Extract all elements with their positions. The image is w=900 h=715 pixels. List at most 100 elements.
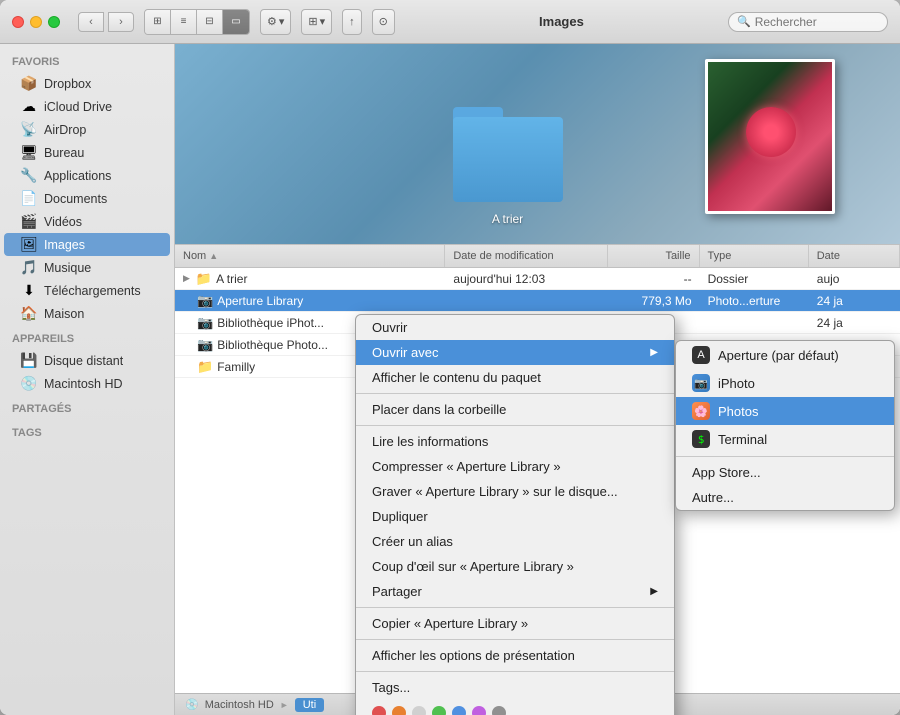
tag-orange[interactable] (392, 706, 406, 715)
action-button[interactable]: ⚙ ▾ (260, 9, 291, 35)
menu-item-alias[interactable]: Créer un alias (356, 529, 674, 554)
menu-item-coup-doeil[interactable]: Coup d'œil sur « Aperture Library » (356, 554, 674, 579)
sidebar-item-documents[interactable]: 📄 Documents (4, 187, 170, 210)
sidebar-item-bureau[interactable]: 🖥 Bureau (4, 141, 170, 164)
preview-area: A trier (175, 44, 900, 244)
tag-purple[interactable] (472, 706, 486, 715)
sidebar-item-icloud[interactable]: ☁ iCloud Drive (4, 95, 170, 118)
menu-divider (356, 671, 674, 672)
menu-item-corbeille[interactable]: Placer dans la corbeille (356, 397, 674, 422)
photo-main (705, 59, 835, 214)
sidebar-item-images[interactable]: 🖼 Images (4, 233, 170, 256)
submenu-divider (676, 456, 894, 457)
sidebar-item-label: Vidéos (44, 215, 82, 229)
tag-blue[interactable] (452, 706, 466, 715)
submenu-item-autre[interactable]: Autre... (676, 485, 894, 510)
file-area: A trier Nom ▲ (175, 44, 900, 715)
table-row[interactable]: ▶ 📁 A trier aujourd'hui 12:03 -- Dossier… (175, 268, 900, 290)
photos-app-icon: 🌸 (692, 402, 710, 420)
menu-item-dupliquer[interactable]: Dupliquer (356, 504, 674, 529)
bureau-icon: 🖥 (20, 144, 38, 161)
menu-item-options-presentation[interactable]: Afficher les options de présentation (356, 643, 674, 668)
menu-item-compresser[interactable]: Compresser « Aperture Library » (356, 454, 674, 479)
file-name: Aperture Library (217, 294, 303, 308)
tag-button[interactable]: ⊙ (372, 9, 395, 35)
back-button[interactable]: ‹ (78, 12, 104, 32)
tag-dark-gray[interactable] (492, 706, 506, 715)
sidebar-item-maison[interactable]: 🏠 Maison (4, 302, 170, 325)
menu-item-copier[interactable]: Copier « Aperture Library » (356, 611, 674, 636)
maximize-button[interactable] (48, 16, 60, 28)
tag-colors-row (356, 700, 674, 715)
icon-view-button[interactable]: ⊞ (145, 9, 171, 35)
sidebar-item-disque-distant[interactable]: 💾 Disque distant (4, 349, 170, 372)
menu-item-ouvrir-avec[interactable]: Ouvrir avec ▶ (356, 340, 674, 365)
col-header-type[interactable]: Type (700, 245, 809, 267)
sidebar-item-label: Dropbox (44, 77, 91, 91)
col-header-size[interactable]: Taille (608, 245, 699, 267)
sidebar-item-label: iCloud Drive (44, 100, 112, 114)
folder-body (453, 117, 563, 202)
submenu-item-aperture[interactable]: A Aperture (par défaut) (676, 341, 894, 369)
tag-red[interactable] (372, 706, 386, 715)
sidebar-item-musique[interactable]: 🎵 Musique (4, 256, 170, 279)
submenu-item-photos[interactable]: 🌸 Photos (676, 397, 894, 425)
menu-item-partager[interactable]: Partager ▶ (356, 579, 674, 604)
sidebar-item-airdrop[interactable]: 📡 AirDrop (4, 118, 170, 141)
arrange-button[interactable]: ⊞ ▾ (301, 9, 332, 35)
sidebar-item-telechargements[interactable]: ⬇ Téléchargements (4, 279, 170, 302)
submenu-arrow: ▶ (650, 347, 658, 358)
sidebar-item-videos[interactable]: 🎬 Vidéos (4, 210, 170, 233)
col-date-label: Date de modification (453, 250, 553, 262)
folder-icon: 📁 (196, 271, 212, 287)
sidebar-item-applications[interactable]: 🔧 Applications (4, 164, 170, 187)
column-view-button[interactable]: ⊟ (197, 9, 223, 35)
terminal-app-icon: $ (692, 430, 710, 448)
images-icon: 🖼 (20, 236, 38, 253)
arrange-icon: ⊞ (308, 15, 317, 28)
col-header-date[interactable]: Date de modification (445, 245, 608, 267)
forward-button[interactable]: › (108, 12, 134, 32)
submenu-item-iphoto[interactable]: 📷 iPhoto (676, 369, 894, 397)
gear-dropdown-icon: ▾ (279, 15, 285, 28)
sidebar-item-label: Musique (44, 261, 91, 275)
table-row[interactable]: 📷 Aperture Library 779,3 Mo Photo...ertu… (175, 290, 900, 312)
file-date2: aujo (809, 272, 900, 286)
partager-label: Partager (372, 584, 422, 599)
bib-iphoto-icon: 📷 (197, 315, 213, 331)
file-type: Dossier (700, 272, 809, 286)
share-button[interactable]: ↑ (342, 9, 362, 35)
tag-green[interactable] (432, 706, 446, 715)
search-box[interactable]: 🔍 (728, 12, 888, 32)
list-view-button[interactable]: ≡ (171, 9, 197, 35)
ouvrir-avec-label: Ouvrir avec (372, 345, 438, 360)
videos-icon: 🎬 (20, 213, 38, 230)
close-button[interactable] (12, 16, 24, 28)
menu-item-ouvrir[interactable]: Ouvrir (356, 315, 674, 340)
cover-flow-button[interactable]: ▭ (223, 9, 249, 35)
submenu-item-terminal[interactable]: $ Terminal (676, 425, 894, 453)
share-icon: ↑ (349, 16, 355, 28)
arrange-dropdown-icon: ▾ (320, 15, 326, 28)
col-header-nom[interactable]: Nom ▲ (175, 245, 445, 267)
submenu-label: Autre... (692, 490, 734, 505)
menu-item-tags[interactable]: Tags... (356, 675, 674, 700)
menu-item-infos[interactable]: Lire les informations (356, 429, 674, 454)
minimize-button[interactable] (30, 16, 42, 28)
maison-icon: 🏠 (20, 305, 38, 322)
tags-section-label: Tags (0, 419, 174, 443)
menu-item-graver[interactable]: Graver « Aperture Library » sur le disqu… (356, 479, 674, 504)
tag-gray[interactable] (412, 706, 426, 715)
iphoto-app-icon: 📷 (692, 374, 710, 392)
menu-item-afficher-contenu[interactable]: Afficher le contenu du paquet (356, 365, 674, 390)
col-header-date2[interactable]: Date (809, 245, 900, 267)
search-input[interactable] (755, 15, 875, 29)
disclosure-icon: ▶ (183, 273, 190, 284)
sidebar-item-dropbox[interactable]: 📦 Dropbox (4, 72, 170, 95)
window-title: Images (405, 14, 718, 29)
context-menu: Ouvrir Ouvrir avec ▶ Afficher le contenu… (355, 314, 675, 715)
bib-photos-icon: 📷 (197, 337, 213, 353)
sidebar-item-macintosh-hd[interactable]: 💿 Macintosh HD (4, 372, 170, 395)
submenu-item-appstore[interactable]: App Store... (676, 460, 894, 485)
sidebar: Favoris 📦 Dropbox ☁ iCloud Drive 📡 AirDr… (0, 44, 175, 715)
